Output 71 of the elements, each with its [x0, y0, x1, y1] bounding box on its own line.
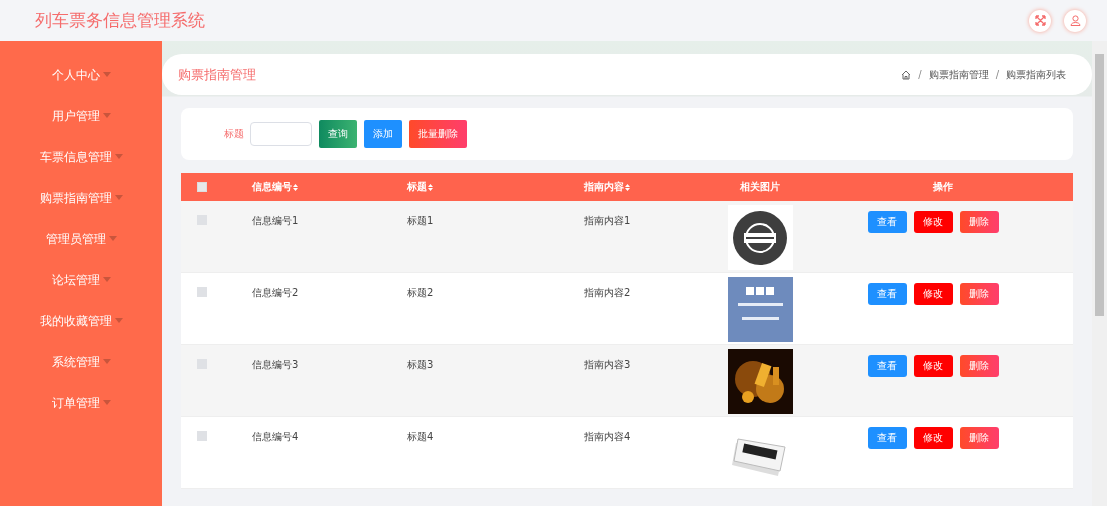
caret-icon [108, 236, 117, 241]
column-header[interactable]: 指南内容 [584, 180, 624, 194]
breadcrumb-separator: / [918, 69, 922, 80]
table-cell: 标题1 [407, 214, 434, 228]
column-header: 操作 [933, 180, 953, 194]
caret-icon [114, 318, 123, 323]
breadcrumb-link[interactable]: 购票指南管理 [928, 67, 989, 82]
delete-button[interactable]: 删除 [959, 427, 999, 449]
home-icon[interactable] [901, 69, 912, 80]
fullscreen-icon [1034, 15, 1046, 26]
delete-button[interactable]: 删除 [959, 355, 999, 377]
delete-button[interactable]: 删除 [959, 211, 999, 233]
caret-icon [102, 277, 111, 282]
view-button[interactable]: 查看 [867, 427, 907, 449]
sidebar-item[interactable]: 购票指南管理 [0, 183, 162, 224]
select-all-checkbox[interactable] [196, 182, 207, 192]
field-label: 标题 [224, 127, 244, 141]
row-checkbox[interactable] [196, 431, 207, 441]
sort-icon[interactable] [428, 183, 433, 191]
column-header[interactable]: 信息编号 [252, 180, 292, 194]
table-cell: 信息编号2 [252, 286, 299, 300]
caret-icon [102, 359, 111, 364]
table-cell: 信息编号1 [252, 214, 299, 228]
fullscreen-button[interactable] [1029, 9, 1051, 32]
caret-icon [102, 113, 111, 118]
caret-icon [114, 195, 123, 200]
table-cell: 指南内容4 [584, 430, 631, 444]
view-button[interactable]: 查看 [867, 211, 907, 233]
delete-button[interactable]: 批量删除 [409, 120, 467, 148]
add-button[interactable]: 添加 [364, 120, 402, 148]
table-cell: 指南内容1 [584, 214, 631, 228]
sidebar-item[interactable]: 车票信息管理 [0, 142, 162, 183]
column-header: 相关图片 [740, 180, 780, 194]
column-header[interactable]: 标题 [407, 180, 427, 194]
sidebar-item[interactable]: 系统管理 [0, 347, 162, 388]
edit-button[interactable]: 修改 [913, 211, 953, 233]
breadcrumb-separator: / [995, 69, 999, 80]
table-cell: 指南内容2 [584, 286, 631, 300]
edit-button[interactable]: 修改 [913, 283, 953, 305]
app-title: 列车票务信息管理系统 [35, 9, 205, 32]
view-button[interactable]: 查看 [867, 283, 907, 305]
table-cell: 信息编号4 [252, 430, 299, 444]
user-icon [1069, 15, 1081, 26]
delete-button[interactable]: 删除 [959, 283, 999, 305]
edit-button[interactable]: 修改 [913, 427, 953, 449]
breadcrumb-link[interactable]: 购票指南列表 [1006, 67, 1066, 82]
caret-icon [114, 154, 123, 159]
table-cell: 标题2 [407, 286, 434, 300]
sort-icon[interactable] [293, 183, 298, 191]
sidebar-item[interactable]: 管理员管理 [0, 224, 162, 265]
scrollbar-thumb[interactable] [1095, 54, 1104, 316]
page-title: 购票指南管理 [178, 65, 256, 84]
scrollbar[interactable] [1092, 41, 1107, 506]
title-input-field[interactable] [250, 122, 312, 146]
query-button[interactable]: 查询 [319, 120, 357, 148]
caret-icon [102, 400, 111, 405]
sidebar-item[interactable]: 用户管理 [0, 101, 162, 142]
sidebar-item[interactable]: 个人中心 [0, 60, 162, 101]
table-cell: 信息编号3 [252, 358, 299, 372]
row-checkbox[interactable] [196, 287, 207, 297]
table-cell: 指南内容3 [584, 358, 631, 372]
sidebar-item[interactable]: 订单管理 [0, 388, 162, 429]
sort-icon[interactable] [625, 183, 630, 191]
sidebar-item[interactable]: 我的收藏管理 [0, 306, 162, 347]
sidebar-item[interactable]: 论坛管理 [0, 265, 162, 306]
user-button[interactable] [1064, 9, 1086, 32]
caret-icon [102, 72, 111, 77]
view-button[interactable]: 查看 [867, 355, 907, 377]
table-cell: 标题3 [407, 358, 434, 372]
edit-button[interactable]: 修改 [913, 355, 953, 377]
table-cell: 标题4 [407, 430, 434, 444]
